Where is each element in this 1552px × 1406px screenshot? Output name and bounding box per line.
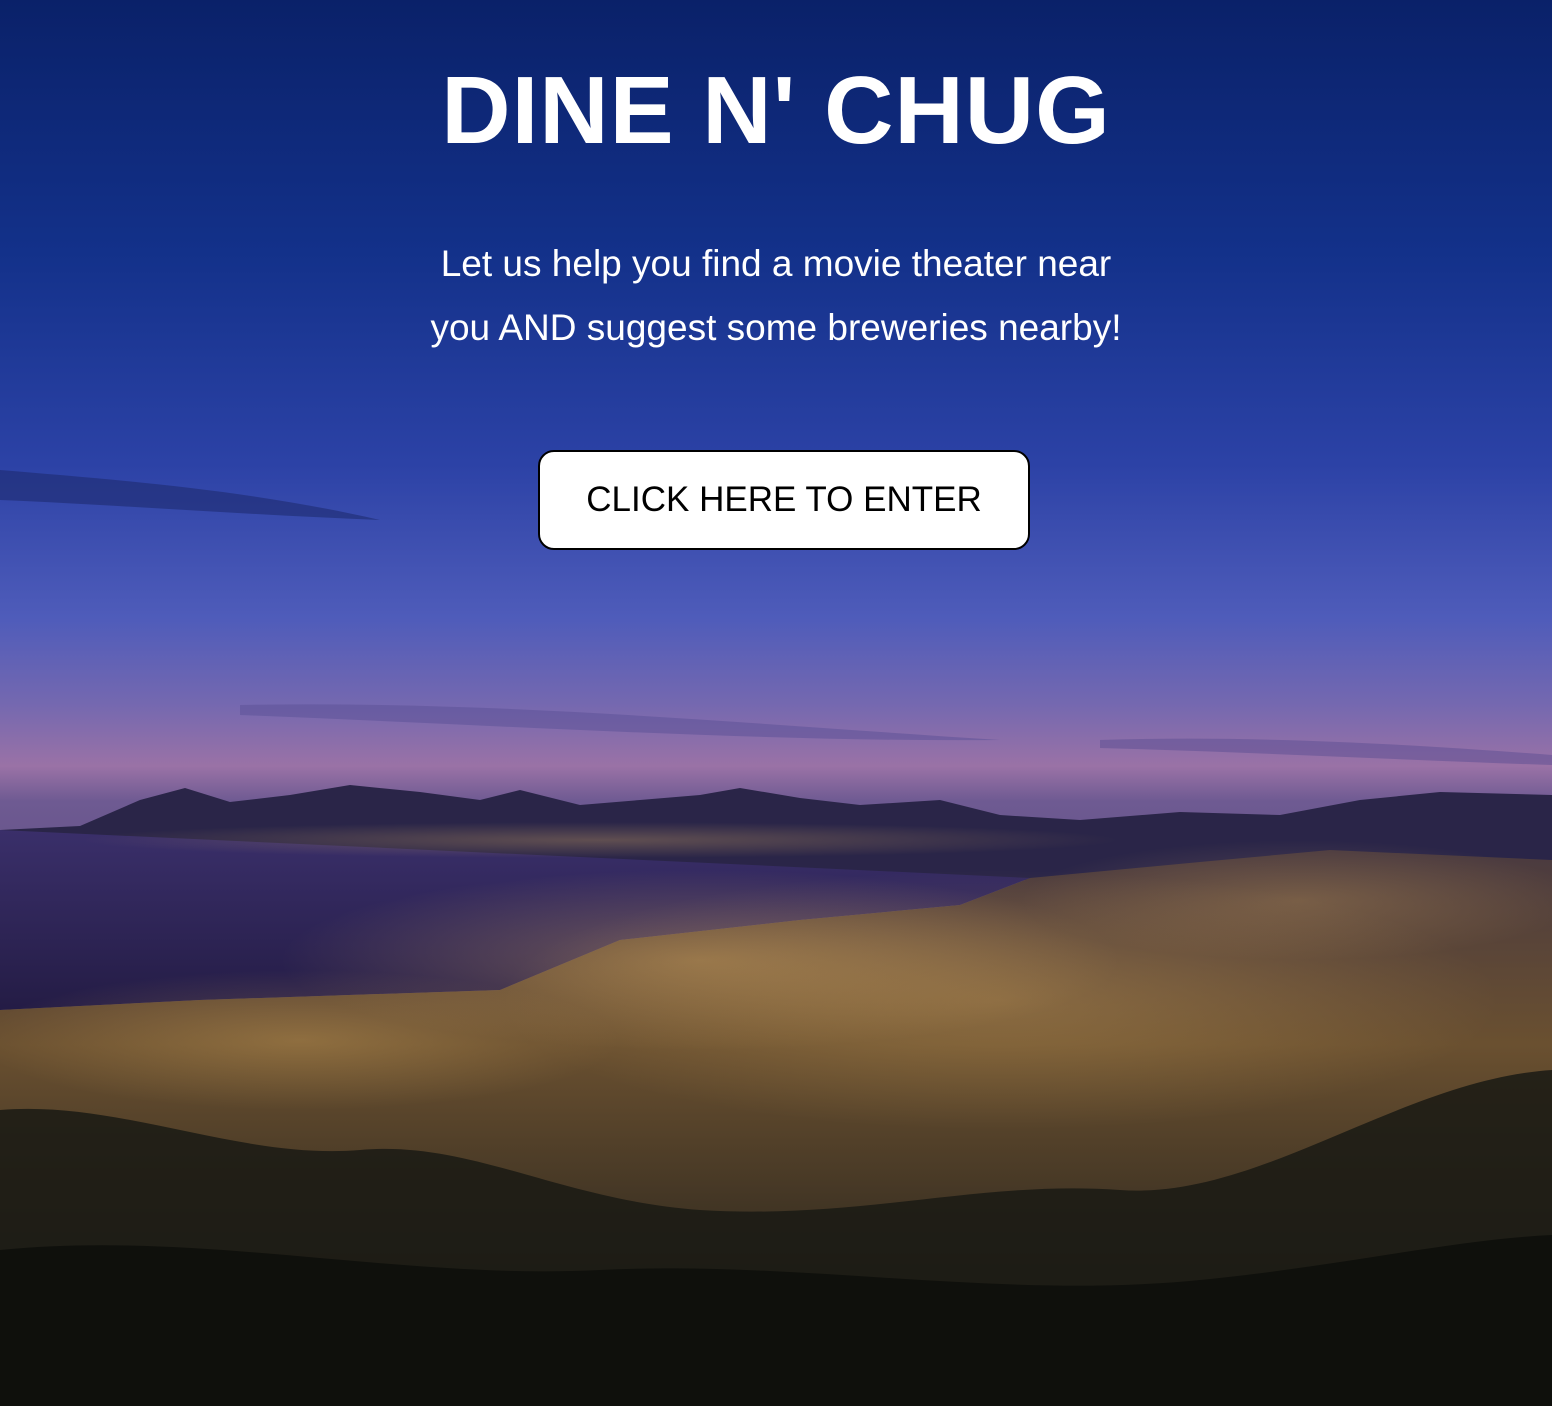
tagline: Let us help you find a movie theater nea… (376, 232, 1176, 360)
tagline-line-2: you AND suggest some breweries nearby! (430, 307, 1122, 348)
site-title: DINE N' CHUG (441, 57, 1111, 164)
tagline-line-1: Let us help you find a movie theater nea… (440, 243, 1112, 284)
night-city-background-image (0, 0, 1552, 1406)
enter-button[interactable]: CLICK HERE TO ENTER (538, 450, 1030, 550)
